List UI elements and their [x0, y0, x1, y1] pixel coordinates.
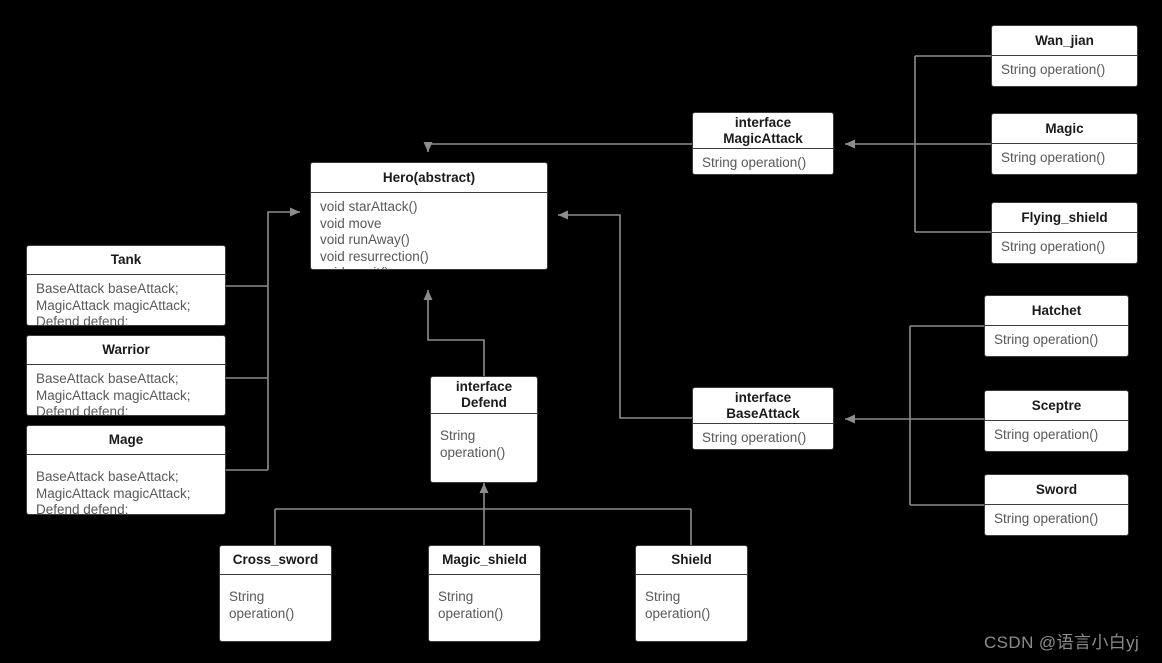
interface-name-baseattack: BaseAttack — [726, 405, 800, 421]
class-name-flyingshield: Flying_shield — [1021, 209, 1108, 225]
connector-left-bus-to-hero — [267, 207, 300, 470]
class-header-warrior: Warrior — [27, 336, 225, 365]
class-header-sceptre: Sceptre — [985, 391, 1128, 421]
class-name-sceptre: Sceptre — [1031, 397, 1082, 413]
class-header-mage: Mage — [27, 426, 225, 455]
class-name-shield: Shield — [671, 552, 712, 567]
class-box-tank[interactable]: Tank BaseAttack baseAttack; MagicAttack … — [26, 245, 226, 326]
class-members-shield: String operation() — [645, 589, 711, 621]
connector-defend-to-hero — [423, 290, 485, 378]
class-box-shield[interactable]: Shield String operation() — [635, 545, 748, 642]
class-box-magicshield[interactable]: Magic_shield String operation() — [428, 545, 541, 642]
class-box-magic[interactable]: Magic String operation() — [991, 113, 1138, 175]
class-box-warrior[interactable]: Warrior BaseAttack baseAttack; MagicAtta… — [26, 335, 226, 416]
class-box-sword[interactable]: Sword String operation() — [984, 474, 1129, 536]
interface-keyword-magicattack: interface — [734, 114, 792, 130]
class-box-sceptre[interactable]: Sceptre String operation() — [984, 390, 1129, 452]
interface-members-defend: String operation() — [440, 428, 506, 460]
class-box-hatchet[interactable]: Hatchet String operation() — [984, 295, 1129, 357]
class-header-shield: Shield — [636, 546, 747, 575]
class-members-warrior: BaseAttack baseAttack; MagicAttack magic… — [36, 371, 191, 416]
class-members-mage: BaseAttack baseAttack; MagicAttack magic… — [36, 469, 191, 515]
class-header-flyingshield: Flying_shield — [992, 203, 1137, 233]
class-box-flyingshield[interactable]: Flying_shield String operation() — [991, 202, 1138, 264]
class-box-crosssword[interactable]: Cross_sword String operation() — [219, 545, 332, 642]
class-members-sword: String operation() — [994, 511, 1099, 526]
interface-members-magicattack: String operation() — [702, 155, 807, 170]
class-members-sceptre: String operation() — [994, 427, 1099, 442]
class-members-tank: BaseAttack baseAttack; MagicAttack magic… — [36, 281, 191, 326]
class-members-magicshield: String operation() — [438, 589, 504, 621]
class-name-hatchet: Hatchet — [1031, 302, 1082, 318]
class-header-magicshield: Magic_shield — [429, 546, 540, 575]
class-name-wanjian: Wan_jian — [1035, 32, 1094, 48]
class-box-mage[interactable]: Mage BaseAttack baseAttack; MagicAttack … — [26, 425, 226, 515]
class-header-crosssword: Cross_sword — [220, 546, 331, 575]
class-header-sword: Sword — [985, 475, 1128, 505]
interface-box-baseattack[interactable]: interface BaseAttack String operation() — [692, 387, 834, 450]
class-name-magicshield: Magic_shield — [442, 552, 527, 567]
class-name-crosssword: Cross_sword — [232, 552, 319, 567]
interface-members-baseattack: String operation() — [702, 430, 807, 445]
class-header-wanjian: Wan_jian — [992, 26, 1137, 56]
interface-box-magicattack[interactable]: interface MagicAttack String operation() — [692, 112, 834, 175]
class-header-hatchet: Hatchet — [985, 296, 1128, 326]
interface-header-baseattack: interface BaseAttack — [693, 388, 833, 424]
connector-baseattack-to-hero — [558, 210, 692, 419]
interface-name-magicattack: MagicAttack — [723, 130, 803, 146]
class-name-tank: Tank — [110, 252, 142, 267]
class-members-hatchet: String operation() — [994, 332, 1099, 347]
class-members-hero: void starAttack() void move void runAway… — [320, 199, 429, 269]
watermark-text: CSDN @语言小白yj — [984, 633, 1140, 652]
class-name-sword: Sword — [1035, 481, 1078, 497]
interface-keyword-baseattack: interface — [734, 389, 792, 405]
class-header-magic: Magic — [992, 114, 1137, 144]
class-box-hero[interactable]: Hero(abstract) void starAttack() void mo… — [310, 162, 548, 270]
class-box-wanjian[interactable]: Wan_jian String operation() — [991, 25, 1138, 87]
interface-box-defend[interactable]: interface Defend String operation() — [430, 376, 538, 483]
class-members-magic: String operation() — [1001, 150, 1106, 165]
class-name-magic: Magic — [1045, 120, 1084, 136]
interface-name-defend: Defend — [461, 395, 507, 410]
class-name-mage: Mage — [108, 432, 144, 447]
interface-keyword-defend: interface — [455, 379, 513, 394]
class-header-hero: Hero(abstract) — [311, 163, 547, 193]
class-members-wanjian: String operation() — [1001, 62, 1106, 77]
interface-header-magicattack: interface MagicAttack — [693, 113, 833, 149]
connector-magicattack-to-hero — [423, 142, 692, 152]
interface-header-defend: interface Defend — [431, 377, 537, 414]
uml-diagram-canvas: Hero(abstract) void starAttack() void mo… — [0, 0, 1162, 663]
class-name-warrior: Warrior — [102, 342, 150, 357]
class-header-tank: Tank — [27, 246, 225, 275]
class-members-crosssword: String operation() — [229, 589, 295, 621]
class-name-hero: Hero(abstract) — [382, 169, 476, 185]
class-members-flyingshield: String operation() — [1001, 239, 1106, 254]
